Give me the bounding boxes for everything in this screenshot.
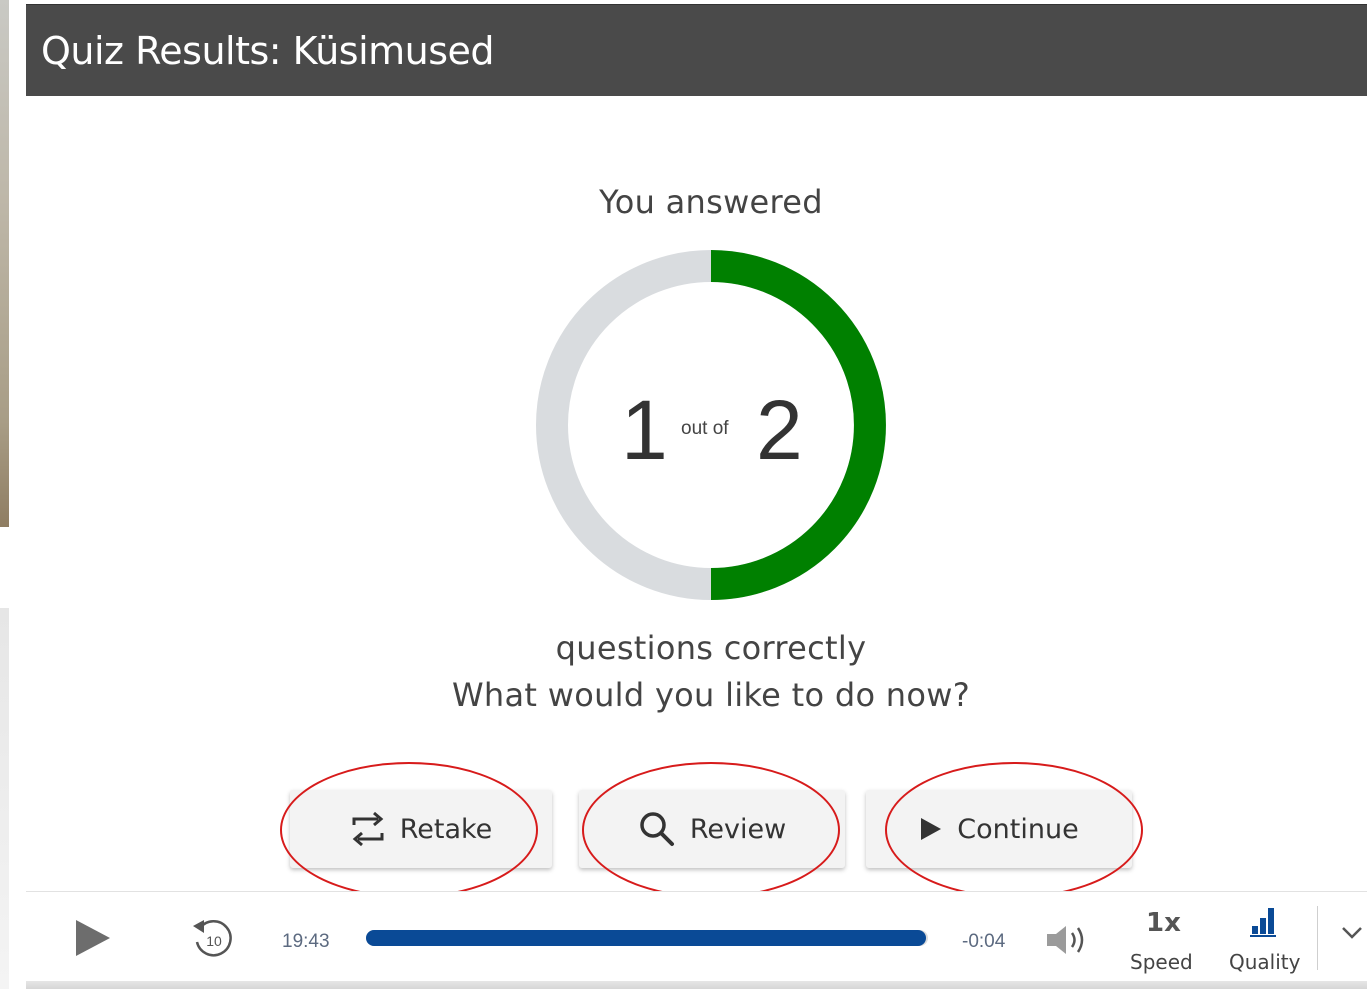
volume-icon — [1047, 926, 1084, 954]
continue-button[interactable]: Continue — [866, 790, 1132, 868]
score-total: 2 — [756, 383, 803, 477]
retake-icon — [350, 809, 386, 849]
remaining-time: -0:04 — [962, 931, 1006, 952]
player-bottom-edge — [26, 981, 1367, 989]
page-title: Quiz Results: Küsimused — [41, 29, 495, 73]
more-controls-button[interactable] — [1340, 922, 1364, 946]
rewind-10-button[interactable]: 10 — [190, 916, 236, 966]
quiz-results-header: Quiz Results: Küsimused — [26, 4, 1367, 96]
score-correct: 1 — [621, 383, 668, 477]
left-background-strip — [0, 0, 18, 527]
search-icon — [638, 810, 676, 848]
review-label: Review — [689, 813, 787, 845]
chevron-down-icon — [1342, 927, 1362, 939]
seek-bar-fill — [366, 930, 927, 946]
seek-bar[interactable] — [366, 930, 928, 946]
score-out-of-label: out of — [681, 418, 729, 439]
quality-button[interactable] — [1250, 904, 1278, 942]
play-icon — [76, 920, 110, 956]
elapsed-time: 19:43 — [282, 931, 330, 952]
continue-label: Continue — [957, 813, 1079, 845]
questions-correctly-text: questions correctly — [555, 629, 867, 667]
player-divider — [1317, 906, 1318, 970]
next-step-prompt: What would you like to do now? — [451, 676, 971, 714]
retake-button[interactable]: Retake — [290, 790, 552, 868]
quality-label: Quality — [1229, 950, 1301, 974]
video-player-controls: 10 19:43 -0:04 1x Speed Quality — [26, 891, 1367, 989]
play-button[interactable] — [74, 918, 112, 962]
rewind-seconds: 10 — [206, 933, 222, 949]
retake-label: Retake — [399, 813, 493, 845]
rewind-10-icon: 10 — [193, 920, 232, 957]
you-answered-text: You answered — [599, 183, 823, 221]
review-button[interactable]: Review — [579, 790, 845, 868]
speed-label: Speed — [1130, 950, 1193, 974]
play-icon — [919, 816, 943, 842]
volume-button[interactable] — [1044, 922, 1094, 962]
speed-button[interactable]: 1x — [1146, 908, 1181, 938]
signal-bars-icon — [1250, 908, 1276, 937]
